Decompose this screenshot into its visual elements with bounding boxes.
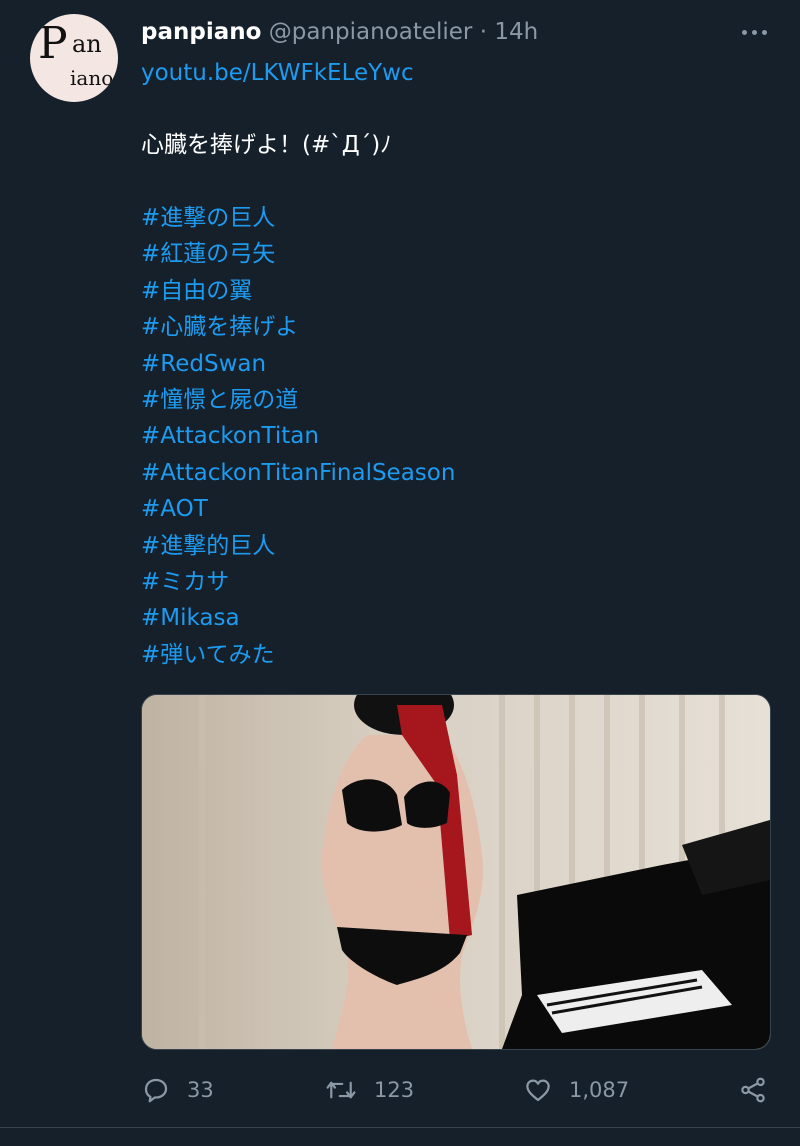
like-button[interactable]: 1,087 xyxy=(523,1070,629,1110)
tweet[interactable]: P an iano panpiano @panpianoatelier · 14… xyxy=(0,0,800,1146)
more-horizontal-icon[interactable] xyxy=(740,28,770,38)
share-icon xyxy=(741,1077,765,1103)
photo-illustration xyxy=(142,695,770,1049)
hashtag-link[interactable]: #憧憬と屍の道 xyxy=(141,382,455,418)
display-name[interactable]: panpiano xyxy=(141,19,261,45)
hashtag-link[interactable]: #紅蓮の弓矢 xyxy=(141,236,455,272)
retweet-count: 123 xyxy=(374,1078,415,1102)
panpiano-logo: P an iano xyxy=(30,14,118,102)
reply-icon xyxy=(144,1078,168,1103)
reply-count: 33 xyxy=(187,1078,214,1102)
media-image[interactable] xyxy=(141,694,771,1050)
hashtag-link[interactable]: #AttackonTitan xyxy=(141,418,455,454)
hashtag-link[interactable]: #自由の翼 xyxy=(141,273,455,309)
hashtag-link[interactable]: #Mikasa xyxy=(141,600,455,636)
timestamp[interactable]: 14h xyxy=(494,19,538,45)
hashtag-list: #進撃の巨人 #紅蓮の弓矢 #自由の翼 #心臓を捧げよ #RedSwan #憧憬… xyxy=(141,200,455,673)
logo-top-text: an xyxy=(72,30,102,58)
avatar[interactable]: P an iano xyxy=(30,14,118,102)
youtube-link[interactable]: youtu.be/LKWFkELeYwc xyxy=(141,58,414,88)
hashtag-link[interactable]: #進撃的巨人 xyxy=(141,528,455,564)
hashtag-link[interactable]: #AOT xyxy=(141,491,455,527)
hashtag-link[interactable]: #進撃の巨人 xyxy=(141,200,455,236)
retweet-icon xyxy=(326,1081,356,1099)
hashtag-link[interactable]: #RedSwan xyxy=(141,346,455,382)
tweet-text: 心臓を捧げよ！(#`Д´)ﾉ xyxy=(141,132,392,158)
tweet-header: panpiano @panpianoatelier · 14h xyxy=(141,18,538,46)
reply-button[interactable]: 33 xyxy=(141,1070,214,1110)
retweet-button[interactable]: 123 xyxy=(324,1070,414,1110)
hashtag-link[interactable]: #AttackonTitanFinalSeason xyxy=(141,455,455,491)
hashtag-link[interactable]: #心臓を捧げよ xyxy=(141,309,455,345)
separator-dot: · xyxy=(479,19,487,45)
action-bar: 33 123 1,087 xyxy=(0,1070,800,1110)
hashtag-link[interactable]: #弾いてみた xyxy=(141,637,455,673)
share-button[interactable] xyxy=(738,1070,768,1110)
like-count: 1,087 xyxy=(569,1078,630,1102)
user-handle[interactable]: @panpianoatelier xyxy=(269,19,473,45)
logo-letter: P xyxy=(38,18,68,69)
heart-icon xyxy=(526,1079,550,1102)
logo-bottom-text: iano xyxy=(70,66,114,90)
divider xyxy=(0,1127,800,1128)
hashtag-link[interactable]: #ミカサ xyxy=(141,564,455,600)
